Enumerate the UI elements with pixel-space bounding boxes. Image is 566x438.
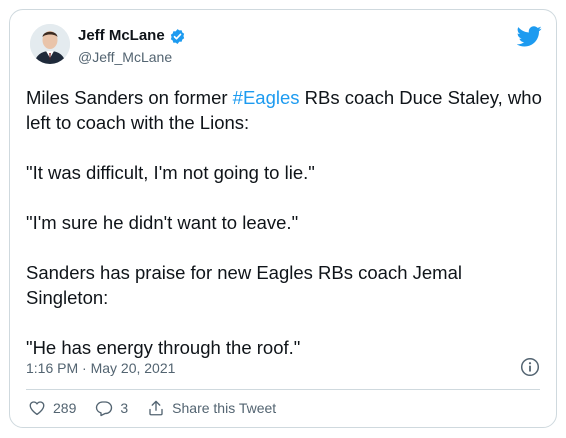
heart-icon: [29, 401, 45, 416]
twitter-bird-icon[interactable]: [516, 26, 542, 47]
verified-badge-icon: [169, 28, 186, 45]
tweet-actions: 289 3 Share this Tweet: [28, 399, 295, 417]
tweet-text-segment: Miles Sanders on former: [26, 87, 233, 108]
tweet-timestamp[interactable]: 1:16 PM · May 20, 2021: [26, 360, 175, 377]
reply-count: 3: [120, 400, 129, 416]
tweet-paragraph: Miles Sanders on former #Eagles RBs coac…: [26, 85, 546, 135]
avatar[interactable]: [30, 24, 70, 64]
avatar-photo: [30, 24, 70, 64]
share-icon: [149, 400, 163, 416]
author-handle[interactable]: @Jeff_McLane: [78, 49, 172, 66]
tweet-card[interactable]: Jeff McLane @Jeff_McLane Miles Sanders o…: [9, 9, 557, 428]
author-display-name[interactable]: Jeff McLane: [78, 27, 165, 45]
tweet-paragraph: "I'm sure he didn't want to leave.": [26, 212, 299, 233]
tweet-paragraph: "It was difficult, I'm not going to lie.…: [26, 162, 315, 183]
reply-bubble-icon: [96, 401, 113, 417]
info-icon[interactable]: [520, 357, 540, 377]
divider: [26, 389, 540, 390]
share-label: Share this Tweet: [172, 400, 277, 416]
like-count: 289: [53, 400, 77, 416]
like-button[interactable]: 289: [28, 399, 76, 417]
share-button[interactable]: Share this Tweet: [147, 399, 276, 417]
tweet-paragraph: Sanders has praise for new Eagles RBs co…: [26, 262, 462, 308]
author-name-row[interactable]: Jeff McLane: [78, 27, 186, 45]
tweet-paragraph: "He has energy through the roof.": [26, 337, 301, 358]
tweet-text: Miles Sanders on former #Eagles RBs coac…: [26, 85, 546, 360]
hashtag-link[interactable]: #Eagles: [233, 87, 300, 108]
reply-button[interactable]: 3: [95, 399, 128, 417]
